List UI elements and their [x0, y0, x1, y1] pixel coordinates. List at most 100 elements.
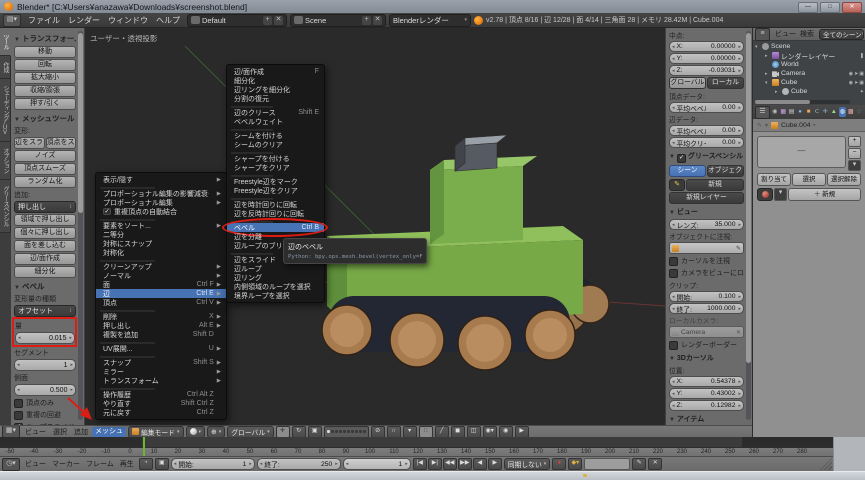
render-engine-selector[interactable]: Blenderレンダー ▾ [389, 14, 471, 27]
editor-type-3dview-icon[interactable]: ▦▾ [2, 425, 20, 437]
pivot-dropdown[interactable]: ⊕▾ [207, 426, 225, 438]
outliner-filter-dropdown[interactable]: 全てのシーン▾ [819, 29, 864, 40]
menu-button[interactable]: ビュー [22, 427, 49, 437]
assign-button[interactable]: 割り当て [757, 173, 791, 186]
panel-header-transform[interactable]: ▼ トランスフォーム [14, 33, 76, 44]
gp-new-button[interactable]: 新規 [686, 179, 744, 191]
panel-header-grease-pencil[interactable]: ▼グリースペンシルレイ [669, 151, 744, 163]
tab-scene-icon[interactable]: ▤ [788, 107, 795, 117]
area-resize-grip[interactable] [820, 458, 832, 470]
bevel-width-type-dropdown[interactable]: オフセット↕ [14, 305, 76, 317]
manipulator-rotate-button[interactable]: ↻ [292, 426, 306, 438]
menu-button[interactable]: 検索 [798, 29, 816, 39]
menu-item[interactable]: ✓ UV展開... U ▶ [96, 344, 226, 353]
occlude-geometry-button[interactable]: ◫ [467, 426, 481, 438]
expand-icon[interactable]: ▸ [775, 89, 780, 95]
tab-render-icon[interactable]: ◉ [771, 107, 778, 117]
gp-new-layer-button[interactable]: 新規レイヤー [669, 192, 744, 204]
bevel-clamp-checkbox[interactable]: 重複の回避 [14, 410, 76, 420]
edge-slide-button[interactable]: 辺をスライド [14, 137, 45, 149]
menu-item[interactable]: シャープをクリア [227, 163, 324, 172]
select-mode-face-button[interactable]: ◼ [451, 426, 465, 438]
viewport-shading-dropdown[interactable]: ▾ [186, 426, 206, 438]
tab-render-layers-icon[interactable]: ▦ [779, 107, 786, 117]
mean-bevel-weight-vertex-slider[interactable]: ◂平均ベベルウェ:0.00▸ [669, 102, 744, 113]
menu-item[interactable]: ✓ トランスフォーム ▶ [96, 376, 226, 385]
menu-button[interactable]: ビュー [22, 459, 49, 469]
menu-button[interactable]: マーカー [49, 459, 83, 469]
render-opengl-button[interactable]: ◉ [499, 426, 513, 438]
transform-tool-button[interactable]: 押す/引く [14, 98, 76, 110]
render-border-checkbox[interactable]: レンダーボーダー [669, 340, 744, 350]
menu-item[interactable]: ✓ 複製を追加 Shift D ▶ [96, 330, 226, 339]
outliner-row-cube-data[interactable]: ▸ Cube ✦ [755, 87, 864, 96]
median-y-slider[interactable]: ◂Y:0.00000▸ [669, 53, 744, 64]
lock-time-icon[interactable]: ▣ [155, 458, 169, 470]
editor-type-outliner-icon[interactable]: ≡ [755, 28, 770, 41]
unlink-layout-icon[interactable]: ✕ [274, 16, 283, 25]
toolshelf-tab[interactable]: オプション [0, 142, 11, 180]
title-bar[interactable]: Blender* [C:¥Users¥anazawa¥Downloads¥scr… [0, 0, 865, 13]
n-panel-scrollbar[interactable] [746, 31, 751, 420]
tab-texture-icon[interactable]: ▩ [847, 107, 854, 117]
frame-end-field[interactable]: ◂終了:250▸ [257, 458, 341, 470]
gp-scene-toggle[interactable]: シーン [669, 165, 706, 177]
timeline-ruler[interactable]: -50-40-30-20-100102030405060708090100110… [0, 447, 833, 456]
add-tool-button[interactable]: 個々に押し出し [14, 227, 76, 239]
close-button[interactable]: ✕ [842, 2, 862, 13]
menu-item[interactable]: 分割の復元 [227, 94, 324, 103]
lock-object-field[interactable]: ✎ [669, 242, 744, 254]
add-tool-button[interactable]: 辺/面作成 [14, 253, 76, 265]
panel-header-bevel[interactable]: ▼ ベベル [14, 281, 76, 292]
select-mode-edge-button[interactable]: ╱ [435, 426, 449, 438]
deform-tool-button[interactable]: ノイズ [14, 150, 76, 162]
panel-header-item[interactable]: ▼ アイテム [669, 414, 744, 424]
add-scene-icon[interactable]: + [362, 16, 371, 25]
bevel-segments-slider[interactable]: ◂1▸ [14, 359, 76, 371]
jump-to-end-button[interactable]: ▶| [428, 458, 442, 470]
menu-item[interactable]: ✓ 頂点 Ctrl V ▶ [96, 298, 226, 307]
menu-button[interactable]: ウィンドウ [104, 15, 152, 26]
select-mode-vertex-button[interactable]: ∷ [419, 426, 433, 438]
snap-magnet-button[interactable]: ∩ [387, 426, 401, 438]
extrude-dropdown[interactable]: 押し出し↕ [14, 201, 76, 213]
mean-bevel-weight-edge-slider[interactable]: ◂平均ベベルウェ:0.00▸ [669, 125, 744, 136]
selectability-icon[interactable]: ➤ [854, 80, 858, 86]
outliner-row-cube[interactable]: ▾ Cube ◉ ➤ ▣ [755, 78, 864, 87]
expand-icon[interactable]: ▾ [765, 80, 770, 86]
current-frame-field[interactable]: ◂1▸ [343, 458, 411, 470]
lock-icon[interactable]: ⊘ [371, 426, 385, 438]
proportional-edit-dropdown[interactable]: ◉▾ [483, 426, 497, 438]
layers-widget[interactable] [324, 426, 369, 438]
transform-tool-button[interactable]: 拡大縮小 [14, 72, 76, 84]
manipulator-translate-button[interactable]: ✛ [276, 426, 290, 438]
cursor-x-slider[interactable]: ◂X:0.54378▸ [669, 376, 744, 387]
tab-object-icon[interactable]: ■ [805, 107, 812, 117]
use-preview-range-icon[interactable]: ◔ [139, 458, 153, 470]
toolshelf-tab[interactable]: 作成 [0, 56, 11, 79]
toolshelf-scrollbar[interactable] [78, 31, 83, 420]
remove-slot-button[interactable]: − [848, 148, 861, 159]
renderability-icon[interactable]: ▣ [859, 71, 864, 77]
gp-object-toggle[interactable]: オブジェクト [707, 165, 744, 177]
selectability-icon[interactable]: ➤ [854, 71, 858, 77]
manipulator-scale-button[interactable]: ▣ [308, 426, 322, 438]
deform-tool-button[interactable]: ランダム化 [14, 176, 76, 188]
maximize-button[interactable]: □ [820, 2, 840, 13]
median-z-slider[interactable]: ◂Z:-0.03031▸ [669, 65, 744, 76]
clip-start-slider[interactable]: ◂開始:0.100▸ [669, 291, 744, 302]
menu-button[interactable]: レンダー [64, 15, 104, 26]
delete-keyframe-icon[interactable]: ✕ [648, 458, 662, 470]
add-layout-icon[interactable]: + [263, 16, 272, 25]
minimize-button[interactable]: — [798, 2, 818, 13]
editor-type-timeline-icon[interactable]: ◷▾ [2, 458, 20, 471]
browse-icon[interactable]: ▾ [765, 122, 768, 129]
orientation-dropdown[interactable]: グローバル▾ [227, 426, 273, 438]
panel-header-meshtools[interactable]: ▼ メッシュツール [14, 113, 76, 124]
transform-tool-button[interactable]: 収縮/膨張 [14, 85, 76, 97]
grease-pencil-icon[interactable]: ✎ [669, 179, 685, 191]
renderable-icon[interactable]: ❚ [860, 53, 864, 59]
next-keyframe-button[interactable]: ▶▶ [458, 458, 472, 470]
add-tool-button[interactable]: 領域で押し出し [14, 214, 76, 226]
outliner-row-world[interactable]: World [755, 60, 864, 69]
